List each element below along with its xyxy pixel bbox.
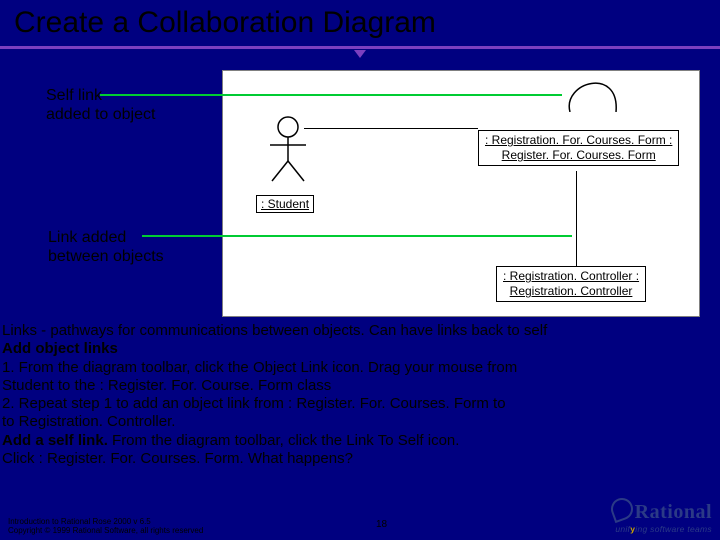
callout-line-2 <box>142 235 572 237</box>
registration-form-object: : Registration. For. Courses. Form : Reg… <box>478 130 679 166</box>
callout-link-added: Link added between objects <box>48 228 164 266</box>
link-student-to-form <box>304 128 478 153</box>
brand-mark-icon <box>608 495 636 523</box>
add-self-rest: From the diagram toolbar, click the Link… <box>108 432 460 449</box>
footer-line1: Introduction to Rational Rose 2000 v 6.5 <box>8 517 203 527</box>
footer-logo: Rational unifying software teams <box>611 498 712 534</box>
tagline-post: ing software teams <box>635 524 712 534</box>
registration-controller-line1: : Registration. Controller : <box>503 269 639 283</box>
student-label: : Student <box>256 195 314 213</box>
links-description: Links - pathways for communications betw… <box>2 322 718 340</box>
step-2b: to Registration. Controller. <box>2 413 718 431</box>
registration-controller-line2: Registration. Controller <box>510 284 633 298</box>
brand-text: Rational <box>635 501 712 523</box>
add-object-heading: Add object links <box>2 340 718 358</box>
footer-line2: Copyright © 1999 Rational Software, all … <box>8 526 203 536</box>
footer-left: Introduction to Rational Rose 2000 v 6.5… <box>8 517 203 536</box>
self-link-loop <box>560 72 632 112</box>
footer-page-number: 18 <box>376 519 387 530</box>
brand-name: Rational <box>611 498 712 524</box>
callout-line-1 <box>100 94 562 96</box>
student-label-text: : Student <box>261 197 309 211</box>
slide-title: Create a Collaboration Diagram <box>14 6 436 40</box>
click-line: Click : Register. For. Courses. Form. Wh… <box>2 450 718 468</box>
link-form-to-controller <box>576 171 577 266</box>
body-text: Links - pathways for communications betw… <box>0 322 720 468</box>
brand-tagline: unifying software teams <box>611 524 712 534</box>
step-2a: 2. Repeat step 1 to add an object link f… <box>2 395 718 413</box>
slide: Create a Collaboration Diagram : Student… <box>0 0 720 540</box>
registration-controller-object: : Registration. Controller : Registratio… <box>496 266 646 302</box>
step-1b: Student to the : Register. For. Course. … <box>2 377 718 395</box>
registration-form-line1: : Registration. For. Courses. Form : <box>485 133 672 147</box>
registration-form-line2: Register. For. Courses. Form <box>502 148 656 162</box>
callout-self-link: Self link added to object <box>46 86 155 124</box>
tagline-pre: unif <box>615 524 630 534</box>
title-underline <box>0 46 720 49</box>
step-1a: 1. From the diagram toolbar, click the O… <box>2 359 718 377</box>
title-arrow-icon <box>354 50 366 58</box>
add-self-heading: Add a self link. <box>2 432 108 449</box>
add-self-line: Add a self link. From the diagram toolba… <box>2 432 718 450</box>
